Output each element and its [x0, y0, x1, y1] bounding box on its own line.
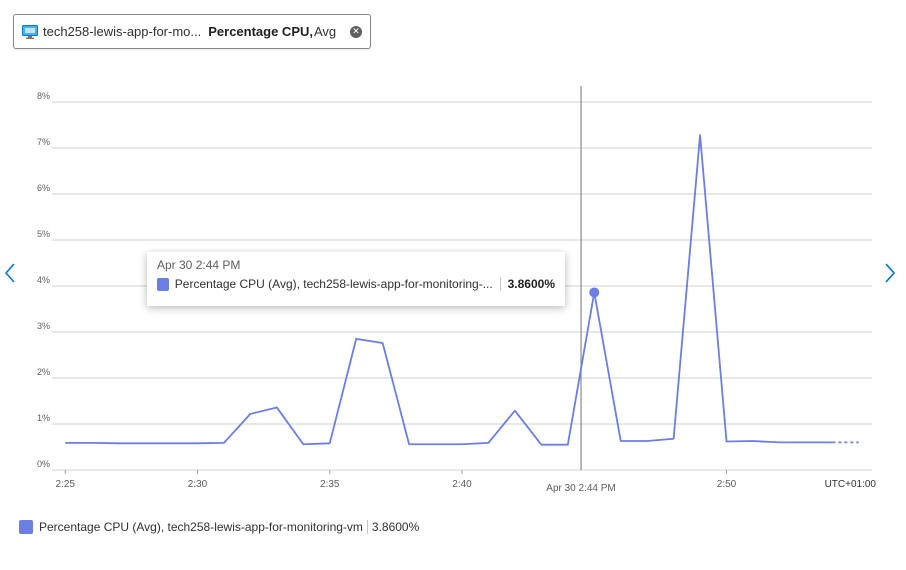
tooltip-time: Apr 30 2:44 PM — [157, 258, 241, 272]
legend-divider — [366, 520, 368, 534]
highlighted-point — [589, 287, 600, 298]
y-tick-label: 5% — [37, 229, 50, 239]
tooltip-divider — [499, 277, 501, 291]
x-tick-label: 2:30 — [188, 479, 208, 490]
y-tick-label: 4% — [37, 275, 50, 285]
x-tick-label: 2:40 — [452, 479, 472, 490]
tooltip-series-name: Percentage CPU (Avg), tech258-lewis-app-… — [174, 277, 493, 291]
legend-series-value: 3.8600% — [371, 520, 420, 534]
y-tick-label: 1% — [37, 413, 50, 423]
tooltip-row: Percentage CPU (Avg), tech258-lewis-app-… — [157, 277, 555, 291]
chart-legend[interactable]: Percentage CPU (Avg), tech258-lewis-app-… — [19, 520, 419, 534]
legend-series-name: Percentage CPU (Avg), tech258-lewis-app-… — [39, 520, 363, 534]
y-tick-label: 6% — [37, 183, 50, 193]
y-tick-label: 8% — [37, 91, 50, 101]
y-tick-label: 0% — [37, 459, 50, 469]
x-tick-label: 2:35 — [320, 479, 340, 490]
y-tick-label: 2% — [37, 367, 50, 377]
x-tick-label: 2:25 — [55, 479, 75, 490]
legend-series-swatch — [19, 520, 33, 534]
tooltip-series-swatch — [157, 277, 169, 291]
crosshair-time-label: Apr 30 2:44 PM — [546, 483, 615, 494]
y-tick-label: 7% — [37, 137, 50, 147]
tooltip-value: 3.8600% — [507, 277, 555, 291]
y-tick-label: 3% — [37, 321, 50, 331]
timezone-label: UTC+01:00 — [825, 479, 877, 490]
x-tick-label: 2:50 — [717, 479, 737, 490]
chart-tooltip: Apr 30 2:44 PM Percentage CPU (Avg), tec… — [147, 252, 565, 306]
